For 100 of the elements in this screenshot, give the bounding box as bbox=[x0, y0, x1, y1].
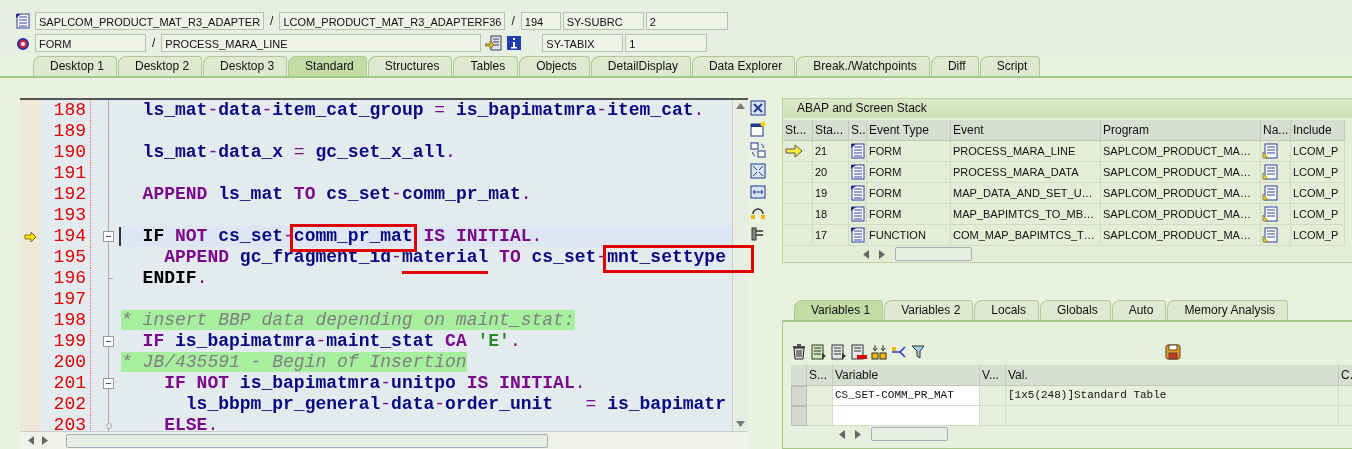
swap-windows-icon[interactable] bbox=[750, 142, 766, 158]
table-cell: FORM bbox=[867, 141, 951, 162]
document-icon[interactable] bbox=[1262, 206, 1278, 222]
scrollbar-thumb[interactable] bbox=[895, 247, 972, 261]
tab[interactable]: Variables 2 bbox=[884, 300, 974, 320]
column-header[interactable]: Variable bbox=[833, 365, 980, 386]
fullscreen-icon[interactable] bbox=[750, 163, 766, 179]
list-remove-icon[interactable] bbox=[851, 344, 867, 360]
source-document-icon[interactable] bbox=[850, 143, 866, 159]
tab[interactable]: Standard bbox=[288, 56, 367, 76]
arc-arrows-icon[interactable] bbox=[750, 205, 766, 221]
tab[interactable]: Globals bbox=[1040, 300, 1111, 320]
collapse-icon[interactable] bbox=[103, 231, 114, 242]
table-cell: 17 bbox=[813, 225, 849, 246]
column-header[interactable]: Val. bbox=[1006, 365, 1339, 386]
tab[interactable]: DetailDisplay bbox=[590, 56, 691, 76]
table-cell: SAPLCOM_PRODUCT_MA… bbox=[1101, 204, 1261, 225]
column-header[interactable]: Program bbox=[1101, 120, 1261, 141]
table-cell: LCOM_P bbox=[1291, 225, 1345, 246]
document-icon[interactable] bbox=[1262, 185, 1278, 201]
resize-width-icon[interactable] bbox=[750, 184, 766, 200]
scroll-left-icon[interactable] bbox=[28, 436, 34, 445]
source-document-icon[interactable] bbox=[850, 227, 866, 243]
save-icon[interactable] bbox=[1165, 344, 1181, 360]
code-line: APPEND ls_mat TO cs_set-comm_pr_mat. bbox=[141, 184, 532, 204]
document-icon[interactable] bbox=[1262, 227, 1278, 243]
collapse-icon[interactable] bbox=[103, 378, 114, 389]
tab[interactable]: Break./Watchpoints bbox=[796, 56, 930, 76]
sort-down-icon[interactable] bbox=[871, 344, 887, 360]
column-header[interactable]: V... bbox=[980, 365, 1006, 386]
line-number: 202 bbox=[40, 394, 91, 415]
tab[interactable]: Diff bbox=[930, 56, 979, 76]
code-line: IF is_bapimatmra-maint_stat CA 'E'. bbox=[141, 331, 521, 351]
table-cell bbox=[980, 406, 1006, 426]
column-header[interactable]: St... bbox=[783, 120, 813, 141]
column-header[interactable]: Event bbox=[951, 120, 1101, 141]
column-header[interactable]: C. bbox=[1339, 365, 1352, 386]
table-cell: SAPLCOM_PRODUCT_MA… bbox=[1101, 183, 1261, 204]
table-cell: COM_MAP_BAPIMTCS_T… bbox=[951, 225, 1101, 246]
column-header[interactable]: Include bbox=[1291, 120, 1345, 141]
info-icon[interactable] bbox=[506, 35, 523, 51]
tab[interactable]: Desktop 1 bbox=[33, 56, 118, 76]
table-cell[interactable] bbox=[833, 406, 980, 426]
table-cell: MAP_DATA_AND_SET_U… bbox=[951, 183, 1101, 204]
document-arrow-icon[interactable] bbox=[485, 35, 503, 51]
scroll-down-icon[interactable] bbox=[736, 421, 745, 427]
document-icon[interactable] bbox=[1262, 164, 1278, 180]
tab[interactable]: Script bbox=[979, 56, 1041, 76]
tab[interactable]: Locals bbox=[974, 300, 1039, 320]
scrollbar-thumb[interactable] bbox=[871, 427, 948, 441]
table-cell: SAPLCOM_PRODUCT_MA… bbox=[1101, 225, 1261, 246]
table-cell: LCOM_P bbox=[1291, 162, 1345, 183]
source-document-icon[interactable] bbox=[850, 206, 866, 222]
tab[interactable]: Data Explorer bbox=[691, 56, 796, 76]
line-number: 194 bbox=[40, 226, 91, 247]
scroll-right-icon[interactable] bbox=[42, 436, 48, 445]
column-header[interactable]: Sta... bbox=[813, 120, 849, 141]
source-document-icon[interactable] bbox=[850, 164, 866, 180]
table-cell: 18 bbox=[813, 204, 849, 225]
scroll-right-icon[interactable] bbox=[855, 429, 861, 439]
column-header[interactable]: Na... bbox=[1261, 120, 1291, 141]
display-field: 194 bbox=[520, 12, 561, 30]
column-header[interactable]: S.. bbox=[849, 120, 867, 141]
column-header[interactable]: S... bbox=[807, 365, 833, 386]
tab[interactable]: Tables bbox=[453, 56, 519, 76]
line-number: 188 bbox=[40, 100, 91, 121]
table-cell: 21 bbox=[813, 141, 849, 162]
tab[interactable]: Structures bbox=[367, 56, 453, 76]
tab[interactable]: Desktop 3 bbox=[203, 56, 288, 76]
new-window-icon[interactable] bbox=[750, 121, 766, 137]
line-number: 201 bbox=[40, 373, 91, 394]
display-field: SAPLCOM_PRODUCT_MAT_R3_ADAPTER bbox=[35, 12, 265, 30]
tab[interactable]: Auto bbox=[1111, 300, 1167, 320]
tab[interactable]: Desktop 2 bbox=[118, 56, 203, 76]
collapse-icon[interactable] bbox=[103, 336, 114, 347]
table-cell: MAP_BAPIMTCS_TO_MB… bbox=[951, 204, 1101, 225]
scrollbar-thumb[interactable] bbox=[66, 433, 548, 448]
scroll-right-icon[interactable] bbox=[879, 249, 885, 259]
panel-title: ABAP and Screen Stack bbox=[783, 99, 1352, 118]
scroll-left-icon[interactable] bbox=[863, 249, 869, 259]
tab[interactable]: Variables 1 bbox=[794, 300, 884, 320]
close-icon[interactable] bbox=[750, 100, 766, 116]
table-cell[interactable]: CS_SET-COMM_PR_MAT bbox=[833, 386, 980, 406]
tab[interactable]: Memory Analysis bbox=[1167, 300, 1289, 320]
scroll-left-icon[interactable] bbox=[839, 429, 845, 439]
document-icon bbox=[15, 13, 31, 29]
table-cell: FUNCTION bbox=[867, 225, 951, 246]
table-cell: LCOM_P bbox=[1291, 204, 1345, 225]
code-line: ls_mat-data-item_cat_group = is_bapimatmra-item_cat. bbox=[141, 100, 705, 120]
trash-icon[interactable] bbox=[791, 344, 807, 360]
document-icon[interactable] bbox=[1262, 143, 1278, 159]
display-field: 1 bbox=[625, 34, 708, 52]
code-line: ls_bbpm_pr_general-data-order_unit = is_bapimatr bbox=[184, 394, 726, 414]
scroll-up-icon[interactable] bbox=[736, 103, 745, 109]
column-header[interactable]: Event Type bbox=[867, 120, 951, 141]
source-document-icon[interactable] bbox=[850, 185, 866, 201]
table-cell: 19 bbox=[813, 183, 849, 204]
branch-arrows-icon[interactable] bbox=[891, 344, 907, 360]
filter-icon[interactable] bbox=[911, 344, 927, 360]
tab[interactable]: Objects bbox=[519, 56, 590, 76]
